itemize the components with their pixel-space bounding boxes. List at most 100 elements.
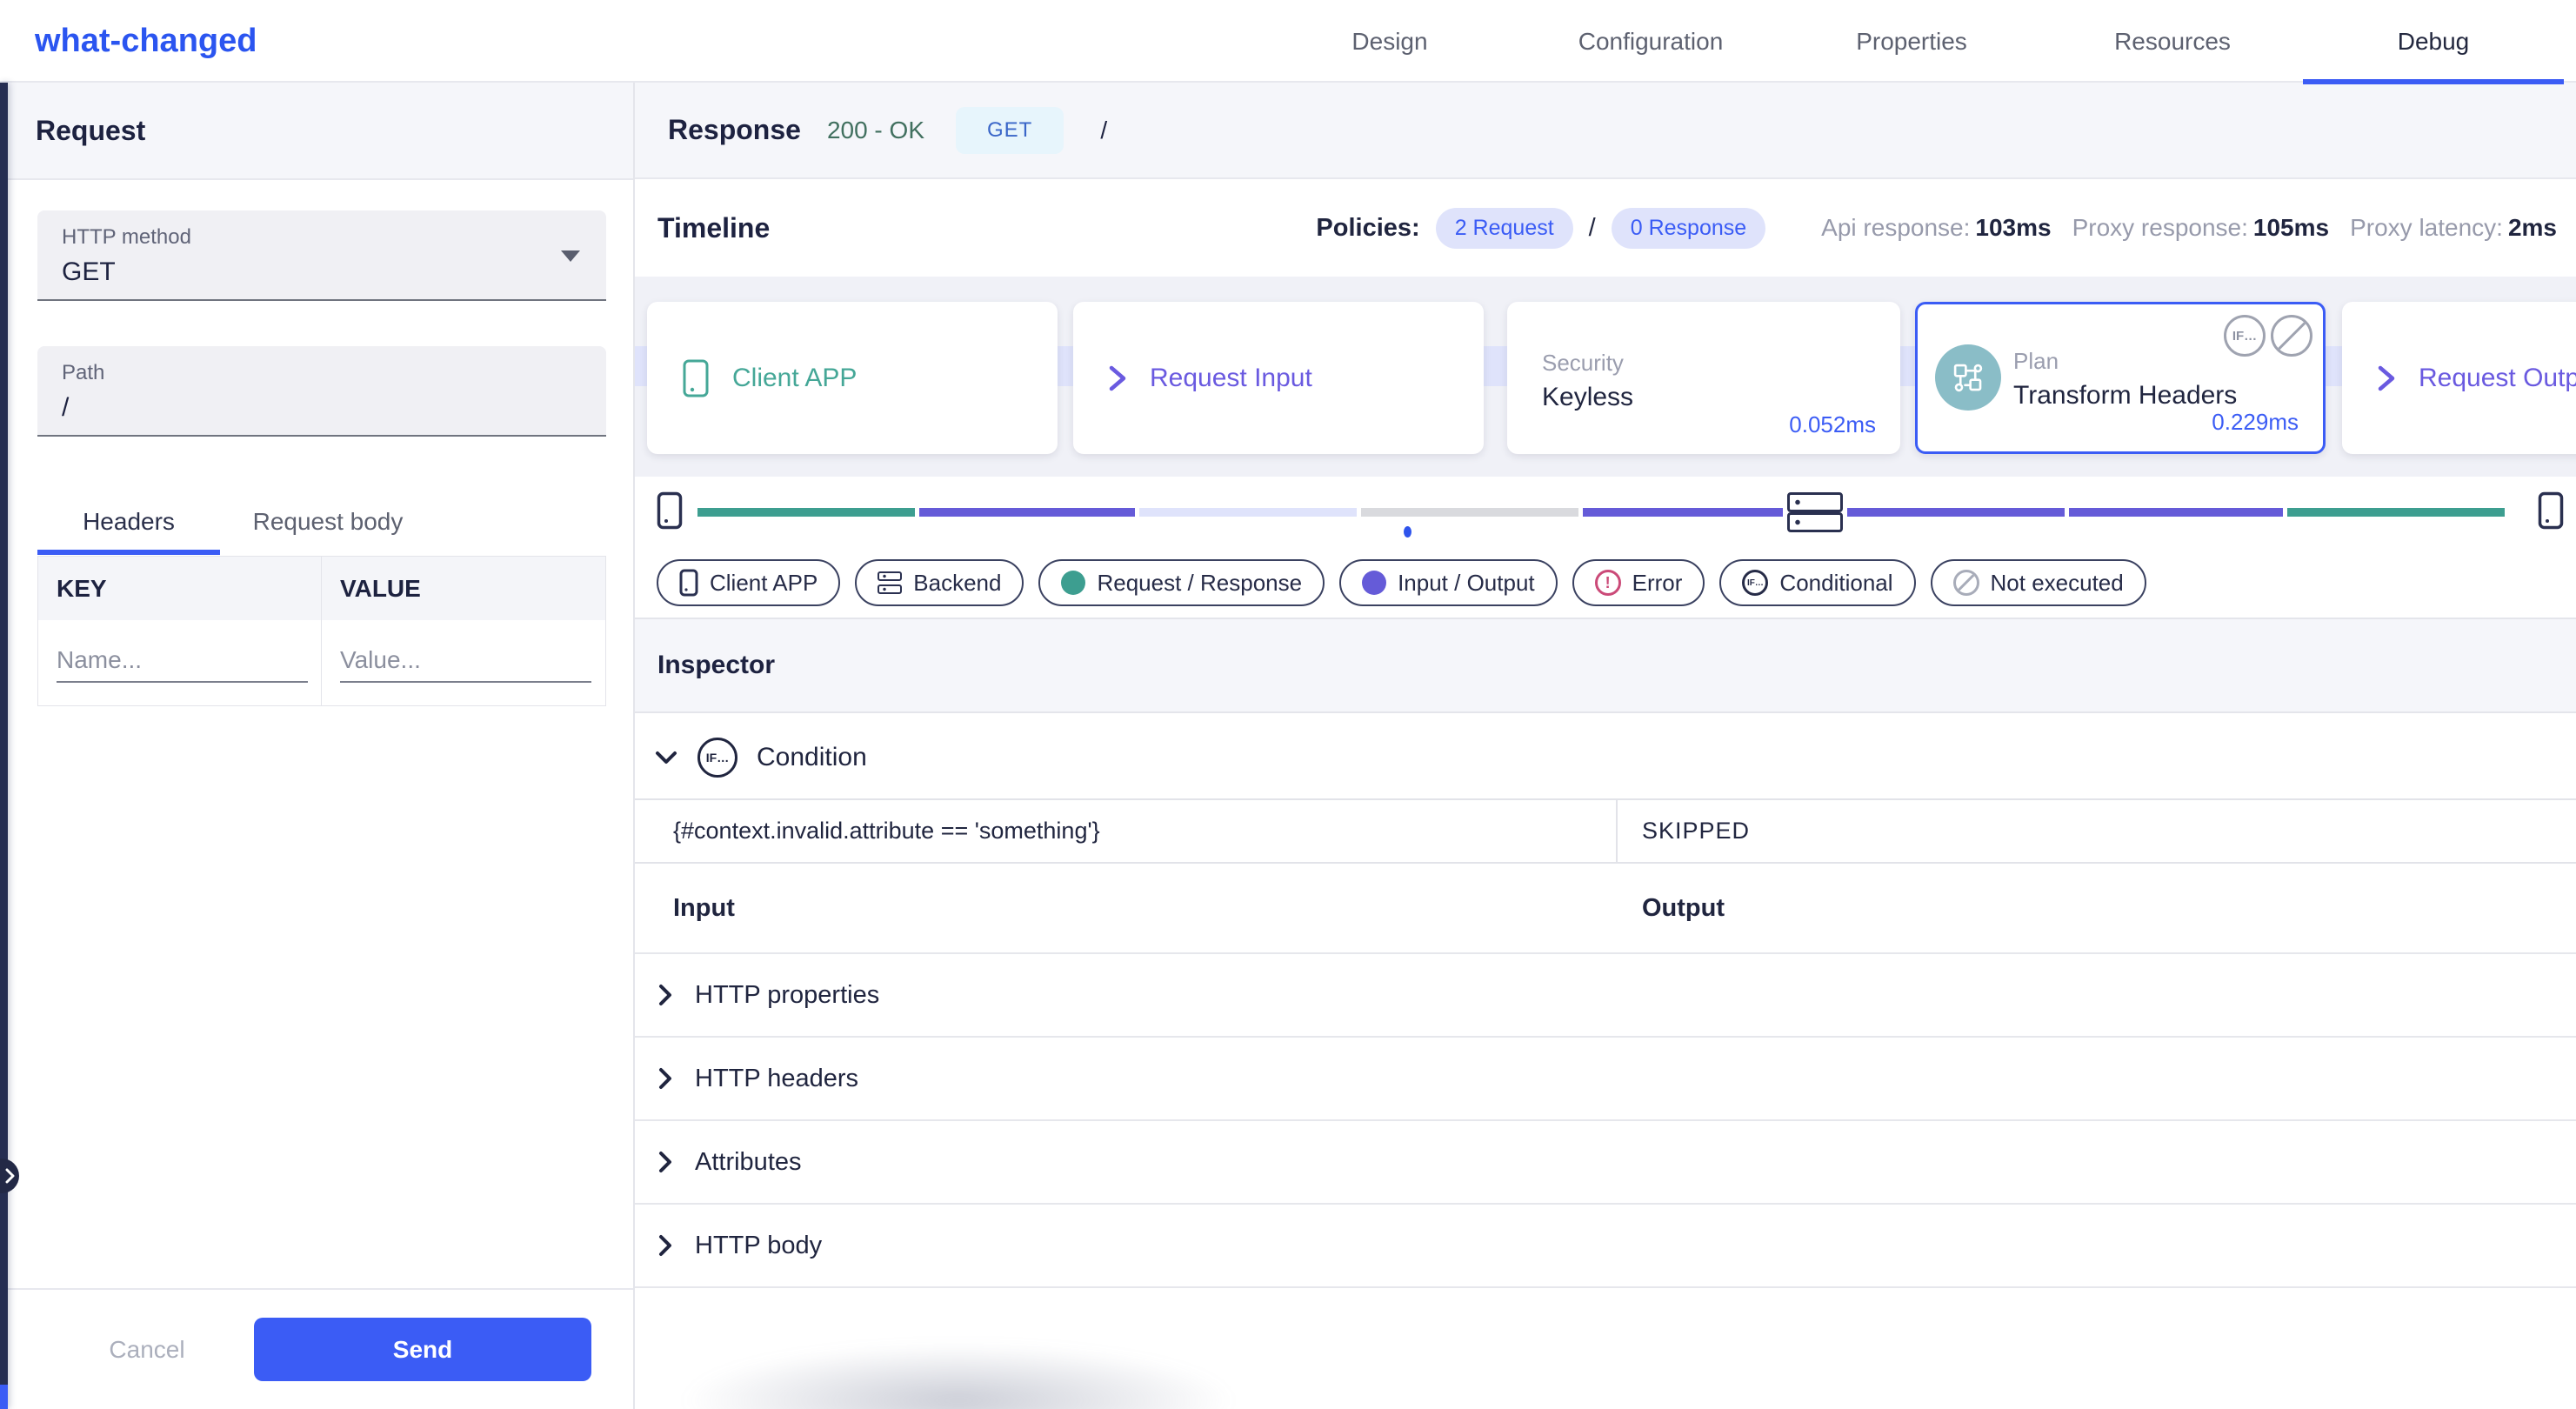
send-button[interactable]: Send	[254, 1318, 591, 1381]
bar-segment-lavender	[1139, 508, 1357, 517]
not-executed-icon	[2271, 315, 2312, 357]
chevron-down-icon	[654, 750, 678, 765]
response-header: Response 200 - OK GET /	[635, 83, 2576, 179]
card-label: Client APP	[732, 364, 857, 393]
request-panel: Request HTTP method GET Path / Headers R…	[8, 83, 633, 1409]
policy-name: Keyless	[1542, 383, 1633, 412]
http-method-select[interactable]: HTTP method GET	[37, 210, 606, 301]
chevron-right-icon	[658, 1067, 672, 1090]
value-column-header: VALUE	[322, 557, 605, 620]
legend-conditional: IF… Conditional	[1719, 559, 1915, 606]
request-policies-chip: 2 Request	[1436, 208, 1573, 249]
card-request-output[interactable]: Request Output	[2342, 302, 2576, 454]
server-icon	[878, 571, 902, 594]
timeline-bar-band	[635, 477, 2576, 548]
condition-expression: {#context.invalid.attribute == 'somethin…	[635, 800, 1618, 862]
card-label: Request Input	[1150, 364, 1312, 393]
tab-resources[interactable]: Resources	[2042, 0, 2303, 83]
policy-avatar	[1935, 344, 2001, 411]
tab-debug[interactable]: Debug	[2303, 0, 2564, 83]
policies-separator: /	[1589, 214, 1596, 243]
condition-expander[interactable]: IF… Condition	[654, 736, 867, 779]
teal-dot-icon	[1061, 571, 1085, 595]
legend-request-response: Request / Response	[1038, 559, 1325, 606]
app-header: what-changed Design Configuration Proper…	[0, 0, 2576, 83]
conditional-icon: IF…	[1742, 570, 1768, 596]
section-attributes[interactable]: Attributes	[635, 1121, 2576, 1205]
bar-segment-purple	[2069, 508, 2283, 517]
inspector-body: IF… Condition {#context.invalid.attribut…	[635, 713, 2576, 1409]
path-label: Path	[62, 361, 582, 385]
error-icon: !	[1595, 570, 1621, 596]
timeline-cards-band: Client APP Request Input Security Keyles…	[635, 277, 2576, 477]
response-policies-chip: 0 Response	[1612, 208, 1765, 249]
legend-backend: Backend	[855, 559, 1024, 606]
timeline-bar-segments	[697, 508, 2505, 517]
tab-request-body[interactable]: Request body	[220, 489, 436, 555]
policies-label: Policies:	[1316, 214, 1419, 243]
response-title: Response	[668, 114, 801, 146]
conditional-icon: IF…	[697, 738, 737, 778]
card-request-input[interactable]: Request Input	[1073, 302, 1484, 454]
chevron-right-icon	[658, 1234, 672, 1257]
inspector-sections: HTTP properties HTTP headers Attributes …	[635, 954, 2576, 1288]
selected-policy-indicator[interactable]	[1404, 526, 1411, 538]
proxy-response-metric: Proxy response: 105ms	[2072, 214, 2330, 242]
bar-segment-purple	[1847, 508, 2065, 517]
cancel-button[interactable]: Cancel	[90, 1319, 204, 1381]
tab-configuration[interactable]: Configuration	[1520, 0, 1781, 83]
tab-properties[interactable]: Properties	[1781, 0, 2042, 83]
bar-segment-gray	[1361, 508, 1578, 517]
legend-input-output: Input / Output	[1339, 559, 1558, 606]
section-http-properties[interactable]: HTTP properties	[635, 954, 2576, 1038]
headers-table-head: KEY VALUE	[38, 557, 605, 620]
client-phone-icon	[2538, 491, 2564, 530]
policy-duration: 0.052ms	[1789, 411, 1876, 438]
card-label: Request Output	[2419, 364, 2576, 393]
legend-client-app: Client APP	[657, 559, 840, 606]
request-actions: Cancel Send	[8, 1288, 633, 1409]
header-name-input[interactable]	[57, 643, 308, 683]
section-http-body[interactable]: HTTP body	[635, 1205, 2576, 1288]
policy-name: Transform Headers	[2013, 381, 2237, 411]
chevron-right-icon	[1108, 364, 1127, 392]
response-panel: Response 200 - OK GET / Timeline Policie…	[633, 83, 2576, 1409]
section-http-headers[interactable]: HTTP headers	[635, 1038, 2576, 1121]
policy-duration: 0.229ms	[2212, 409, 2299, 436]
path-field[interactable]: Path /	[37, 346, 606, 437]
timeline-header: Timeline Policies: 2 Request / 0 Respons…	[635, 179, 2576, 277]
tab-design[interactable]: Design	[1259, 0, 1520, 83]
bar-segment-purple	[1583, 508, 1783, 517]
request-form: HTTP method GET Path / Headers Request b…	[8, 180, 633, 1288]
card-security-keyless[interactable]: Security Keyless 0.052ms	[1507, 302, 1900, 454]
backend-icon	[1787, 492, 1843, 532]
chevron-right-icon	[2377, 364, 2396, 392]
method-chip: GET	[956, 107, 1064, 154]
sidebar-accent	[0, 1385, 8, 1409]
inspector-title: Inspector	[635, 618, 2576, 713]
key-column-header: KEY	[38, 557, 322, 620]
header-new-row	[38, 620, 605, 705]
conditional-icon: IF…	[2224, 315, 2266, 357]
chevron-right-icon	[658, 984, 672, 1006]
http-method-value: GET	[62, 257, 582, 287]
response-status: 200 - OK	[827, 117, 924, 144]
dropdown-arrow-icon	[561, 250, 580, 262]
chevron-right-icon	[5, 1168, 16, 1184]
tab-headers[interactable]: Headers	[37, 489, 220, 555]
request-sub-tabs: Headers Request body	[37, 489, 436, 555]
http-method-label: HTTP method	[62, 225, 582, 250]
card-plan-transform-headers-selected[interactable]: IF… Plan Transform Headers 0.229ms	[1915, 302, 2326, 454]
api-response-metric: Api response: 103ms	[1821, 214, 2051, 242]
card-client-app[interactable]: Client APP	[647, 302, 1058, 454]
timeline-summary: Policies: 2 Request / 0 Response Api res…	[1316, 208, 2557, 249]
policy-category: Security	[1542, 350, 1624, 377]
api-title: what-changed	[35, 0, 257, 83]
header-value-input[interactable]	[340, 643, 591, 683]
policy-category: Plan	[2013, 348, 2059, 375]
input-output-headers: Input Output	[635, 864, 2576, 954]
legend-not-executed: Not executed	[1931, 559, 2146, 606]
collapsed-sidebar	[0, 83, 8, 1409]
client-phone-icon	[657, 491, 683, 530]
scroll-shadow	[680, 1344, 1237, 1409]
